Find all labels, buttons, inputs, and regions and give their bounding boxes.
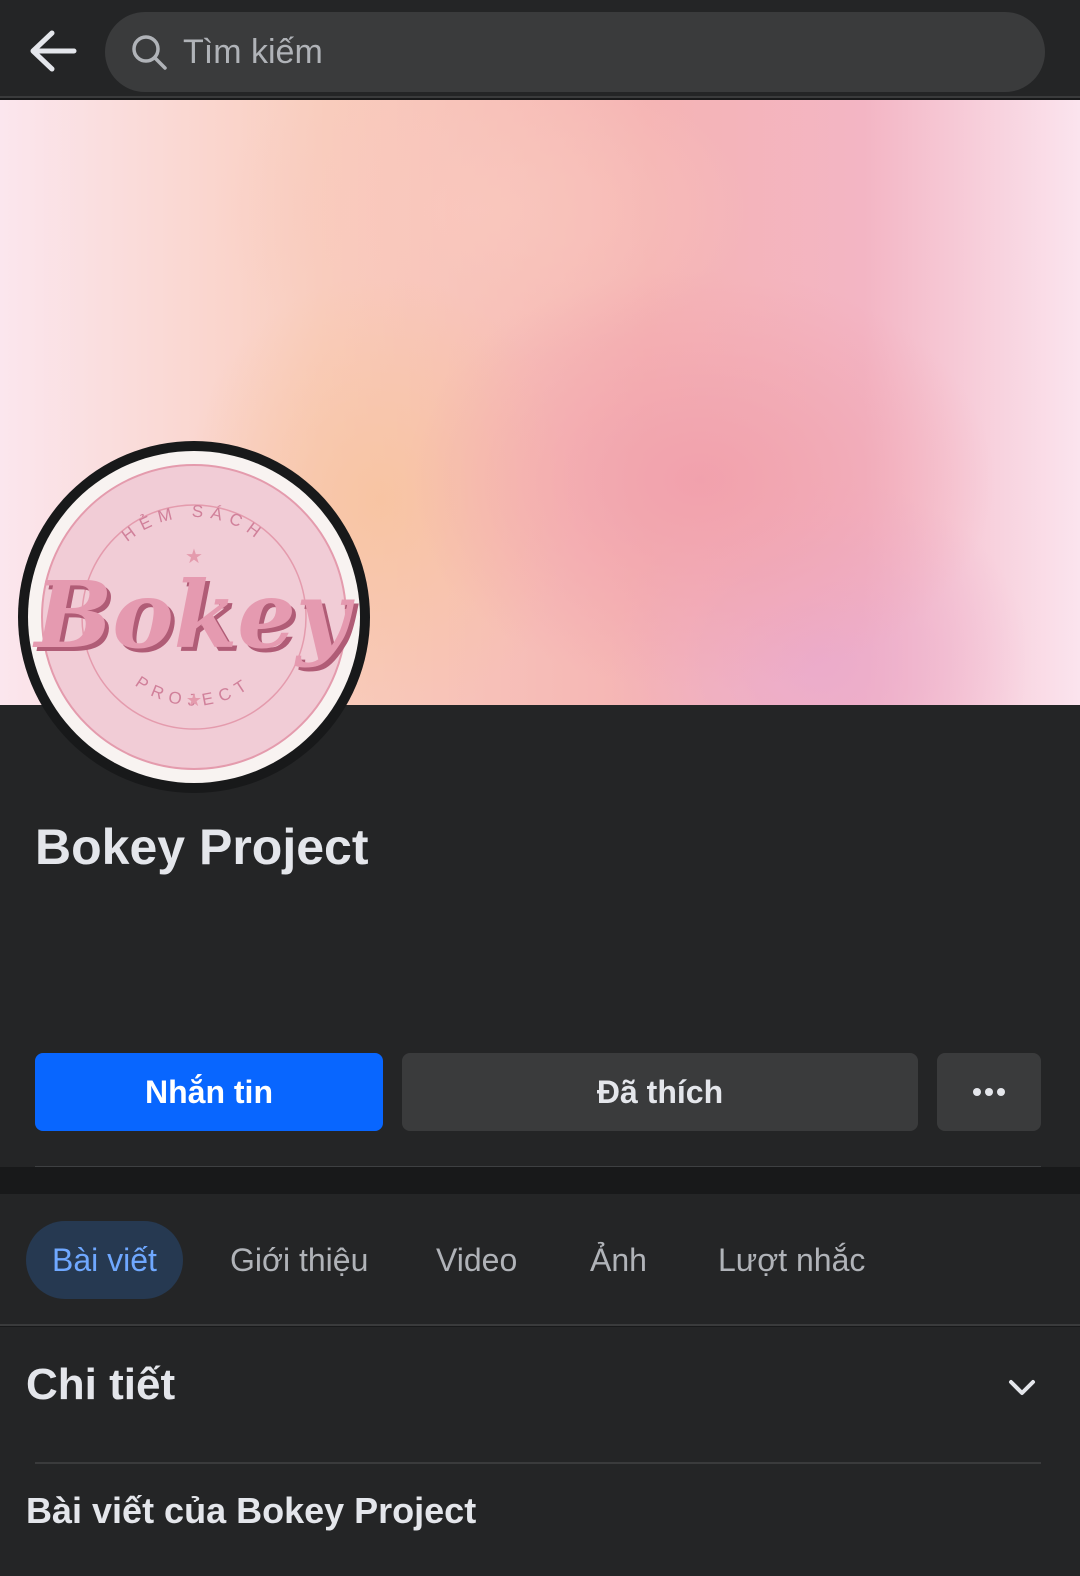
avatar-logo: HẺM SÁCH PROJECT ★ ★ Bokey Bokey — [28, 451, 360, 783]
tab-about[interactable]: Giới thiệu — [204, 1221, 394, 1299]
page-title: Bokey Project — [35, 819, 369, 875]
search-icon — [132, 35, 167, 70]
tab-posts[interactable]: Bài viết — [26, 1221, 183, 1299]
liked-button[interactable]: Đã thích — [402, 1053, 918, 1131]
svg-text:★: ★ — [186, 690, 202, 710]
search-bar[interactable] — [105, 12, 1045, 92]
divider — [35, 1462, 1041, 1464]
tab-photos[interactable]: Ảnh — [564, 1221, 673, 1299]
back-button[interactable] — [26, 26, 80, 76]
more-horizontal-icon — [973, 1088, 1005, 1096]
message-button[interactable]: Nhắn tin — [35, 1053, 383, 1131]
tab-video[interactable]: Video — [410, 1221, 543, 1299]
bokey-logo-icon: HẺM SÁCH PROJECT ★ ★ Bokey Bokey — [32, 464, 359, 770]
top-bar — [0, 0, 1080, 98]
arrow-left-icon — [30, 30, 77, 72]
search-input[interactable] — [183, 12, 1013, 92]
svg-text:Bokey: Bokey — [32, 561, 355, 669]
posts-heading: Bài viết của Bokey Project — [26, 1490, 477, 1531]
tab-mentions[interactable]: Lượt nhắc — [692, 1221, 891, 1299]
more-button[interactable] — [937, 1053, 1041, 1131]
section-gap — [0, 1167, 1080, 1194]
details-title[interactable]: Chi tiết — [26, 1360, 175, 1410]
chevron-down-icon[interactable] — [1002, 1368, 1042, 1408]
liked-button-label: Đã thích — [596, 1073, 724, 1110]
avatar[interactable]: HẺM SÁCH PROJECT ★ ★ Bokey Bokey — [18, 441, 370, 793]
page-root: HẺM SÁCH PROJECT ★ ★ Bokey Bokey Bokey P… — [0, 0, 1080, 1576]
profile-tabs: Bài viết Giới thiệu Video Ảnh Lượt nhắc — [0, 1194, 1080, 1326]
message-button-label: Nhắn tin — [145, 1073, 273, 1110]
